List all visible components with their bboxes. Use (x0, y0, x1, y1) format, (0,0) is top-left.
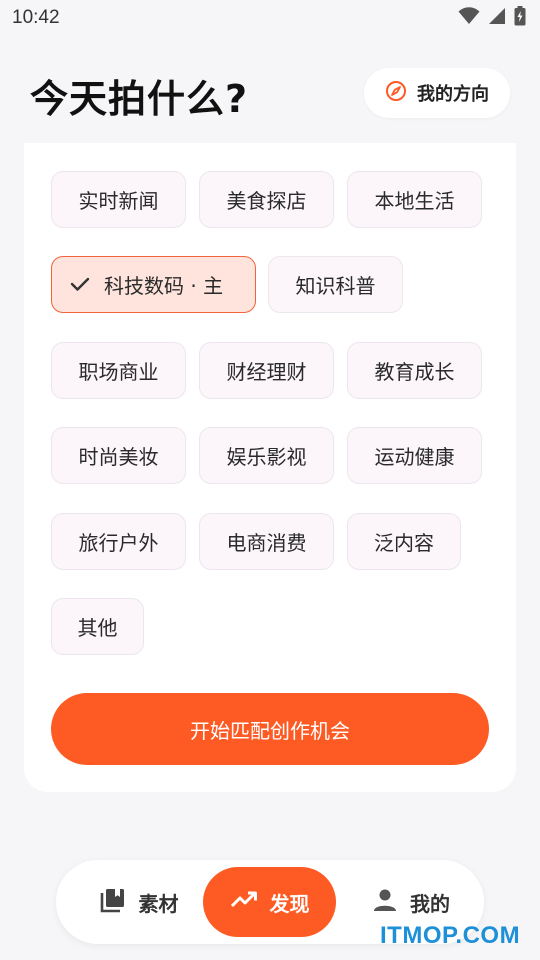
category-chip-travel[interactable]: 旅行户外 (51, 513, 186, 570)
status-time: 10:42 (12, 7, 60, 28)
nav-label: 我的 (410, 891, 450, 916)
battery-charging-icon (514, 6, 526, 30)
chip-label: 美食探店 (226, 189, 307, 213)
chip-label: 电商消费 (226, 531, 307, 555)
check-icon (70, 273, 90, 297)
start-matching-button[interactable]: 开始匹配创作机会 (51, 693, 489, 765)
category-chip-sports[interactable]: 运动健康 (347, 427, 482, 484)
chip-label: 实时新闻 (78, 189, 159, 213)
category-chip-ecommerce[interactable]: 电商消费 (199, 513, 334, 570)
trending-up-icon (230, 890, 258, 915)
chip-label: 职场商业 (78, 360, 159, 384)
person-icon (372, 887, 398, 918)
category-chip-other[interactable]: 其他 (51, 598, 144, 655)
category-chip-local-life[interactable]: 本地生活 (347, 171, 482, 228)
status-bar: 10:42 (0, 0, 540, 36)
chip-label: 旅行户外 (78, 531, 159, 555)
chip-label: 财经理财 (226, 360, 307, 384)
compass-icon (385, 80, 407, 106)
nav-item-materials[interactable]: 素材 (76, 867, 201, 937)
category-chip-entertainment[interactable]: 娱乐影视 (199, 427, 334, 484)
page-title: 今天拍什么? (30, 77, 249, 121)
category-chip-tech-selected[interactable]: 科技数码 · 主 (51, 256, 256, 313)
watermark: ITMOP.COM (380, 922, 521, 949)
nav-label: 发现 (269, 891, 310, 916)
category-chip-general[interactable]: 泛内容 (347, 513, 461, 570)
chip-label: 泛内容 (374, 531, 434, 555)
library-icon (99, 886, 127, 919)
chip-label: 本地生活 (374, 189, 455, 213)
category-chip-knowledge[interactable]: 知识科普 (268, 256, 403, 313)
category-chip-food[interactable]: 美食探店 (199, 171, 334, 228)
chip-label: 娱乐影视 (226, 445, 307, 469)
category-chip-realtime-news[interactable]: 实时新闻 (51, 171, 186, 228)
status-icons (458, 6, 526, 30)
my-direction-button[interactable]: 我的方向 (364, 68, 510, 118)
chip-label: 教育成长 (374, 360, 455, 384)
chip-label: 运动健康 (374, 445, 455, 469)
nav-item-discover[interactable]: 发现 (203, 867, 336, 937)
chip-label: 时尚美妆 (78, 445, 159, 469)
chip-label: 知识科普 (295, 274, 376, 298)
chip-label: 科技数码 · 主 (104, 274, 224, 298)
chip-label: 其他 (77, 616, 118, 640)
category-chip-career[interactable]: 职场商业 (51, 342, 186, 399)
signal-icon (488, 7, 506, 29)
category-chip-finance[interactable]: 财经理财 (199, 342, 334, 399)
start-matching-label: 开始匹配创作机会 (190, 718, 350, 743)
my-direction-label: 我的方向 (417, 84, 489, 105)
category-chip-education[interactable]: 教育成长 (347, 342, 482, 399)
category-chip-fashion[interactable]: 时尚美妆 (51, 427, 186, 484)
wifi-icon (458, 7, 480, 29)
nav-label: 素材 (138, 891, 179, 916)
header: 今天拍什么? 我的方向 (0, 62, 540, 126)
category-card: 实时新闻 美食探店 本地生活 科技数码 · 主 知识科普 职场商业 财经理财 教… (24, 143, 516, 792)
